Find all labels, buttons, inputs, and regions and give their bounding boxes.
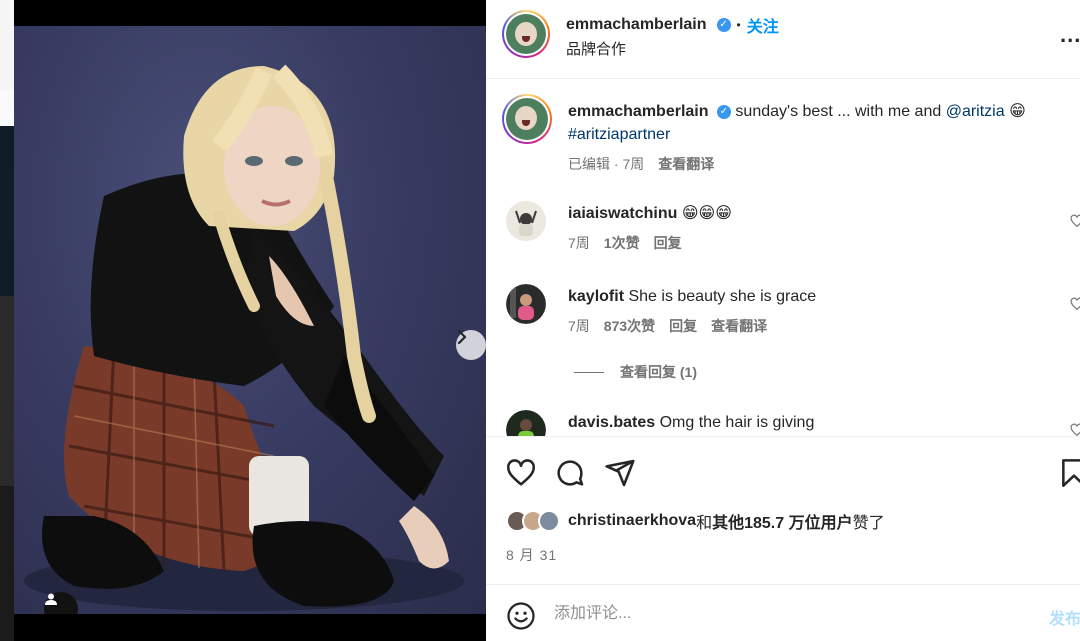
follow-button[interactable]: 关注 — [747, 13, 779, 37]
comment-username[interactable]: davis.bates — [568, 414, 655, 431]
author-username[interactable]: emmachamberlain — [566, 16, 707, 34]
post-date[interactable]: 8 月 31 — [506, 545, 557, 565]
post-photo — [24, 64, 464, 611]
avatar-image — [506, 410, 546, 436]
translate-button[interactable]: 查看翻译 — [711, 316, 767, 336]
comment-avatar[interactable] — [506, 284, 546, 324]
header-separator: • — [736, 18, 741, 32]
liker-avatar — [538, 510, 560, 532]
post-details-panel: emmachamberlain ✓ • 关注 品牌合作 ... emmacham… — [486, 0, 1080, 641]
chevron-right-icon — [457, 330, 467, 344]
caption-meta: 已编辑 · 7周 — [568, 156, 645, 172]
comment-like-heart-icon[interactable] — [1070, 297, 1080, 311]
heart-icon[interactable] — [505, 457, 537, 489]
comment-likes[interactable]: 1次赞 — [604, 233, 640, 253]
comment-time: 7周 — [568, 235, 590, 251]
view-replies-label: 查看回复 (1) — [620, 364, 697, 380]
post-actions: christinaerkhova 和 其他185.7 万位用户 赞了 8 月 3… — [486, 436, 1080, 584]
likes-conjunction: 和 — [696, 515, 713, 532]
likes-summary[interactable]: christinaerkhova 和 其他185.7 万位用户 赞了 — [506, 509, 885, 533]
comment-text: 😁😁😁 — [681, 205, 732, 222]
translate-button[interactable]: 查看翻译 — [658, 154, 714, 174]
caption-author-avatar[interactable] — [502, 94, 552, 144]
comment-item: iaiaiswatchinu 😁😁😁 7周 1次赞 回复 — [568, 202, 732, 253]
caption-emoji: 😁 — [1009, 103, 1026, 120]
caption-username[interactable]: emmachamberlain — [568, 103, 709, 120]
likes-suffix: 赞了 — [852, 515, 885, 532]
comment-avatar[interactable] — [506, 201, 546, 241]
emoji-icon[interactable] — [506, 601, 536, 631]
comment-text: Omg the hair is giving — [659, 414, 815, 431]
hashtag-link[interactable]: #aritziapartner — [568, 126, 670, 143]
comment-icon[interactable] — [554, 457, 586, 489]
reply-button[interactable]: 回复 — [669, 316, 697, 336]
comment-item: davis.bates Omg the hair is giving — [568, 411, 814, 434]
view-replies-button[interactable]: 查看回复 (1) — [574, 362, 697, 382]
user-tag-icon — [45, 593, 57, 605]
liker-username[interactable]: christinaerkhova — [568, 512, 696, 530]
more-options-icon[interactable]: ... — [1060, 22, 1080, 48]
comments-list[interactable]: emmachamberlain ✓ sunday's best ... with… — [486, 80, 1080, 436]
comment-time: 7周 — [568, 318, 590, 334]
comment-text: She is beauty she is grace — [628, 288, 817, 305]
likes-others[interactable]: 其他185.7 万位用户 — [712, 509, 853, 533]
post-comment-button[interactable]: 发布 — [1049, 605, 1080, 629]
caption: emmachamberlain ✓ sunday's best ... with… — [568, 100, 1068, 174]
paid-partnership-label[interactable]: 品牌合作 — [566, 38, 626, 59]
share-icon[interactable] — [604, 457, 636, 489]
post-header: emmachamberlain ✓ • 关注 品牌合作 ... — [486, 0, 1080, 79]
comment-like-heart-icon[interactable] — [1070, 423, 1080, 436]
avatar-image — [506, 284, 546, 324]
comment-likes[interactable]: 873次赞 — [604, 316, 655, 336]
mention-link[interactable]: @aritzia — [946, 103, 1005, 120]
verified-icon: ✓ — [716, 104, 731, 119]
comment-item: kaylofit She is beauty she is grace 7周 8… — [568, 285, 816, 336]
background-strip — [0, 0, 14, 641]
bookmark-icon[interactable] — [1058, 457, 1080, 489]
comment-avatar[interactable] — [506, 410, 546, 436]
comment-input[interactable] — [554, 599, 994, 629]
reply-button[interactable]: 回复 — [654, 233, 682, 253]
avatar-image — [506, 201, 546, 241]
comment-username[interactable]: kaylofit — [568, 288, 624, 305]
post-media[interactable] — [14, 26, 486, 614]
author-avatar[interactable] — [502, 10, 550, 58]
verified-icon: ✓ — [716, 18, 731, 32]
comment-username[interactable]: iaiaiswatchinu — [568, 205, 677, 222]
comment-like-heart-icon[interactable] — [1070, 214, 1080, 228]
next-slide-button[interactable] — [456, 330, 486, 360]
caption-text: sunday's best ... with me and — [735, 103, 942, 120]
add-comment-bar: 发布 — [486, 584, 1080, 641]
